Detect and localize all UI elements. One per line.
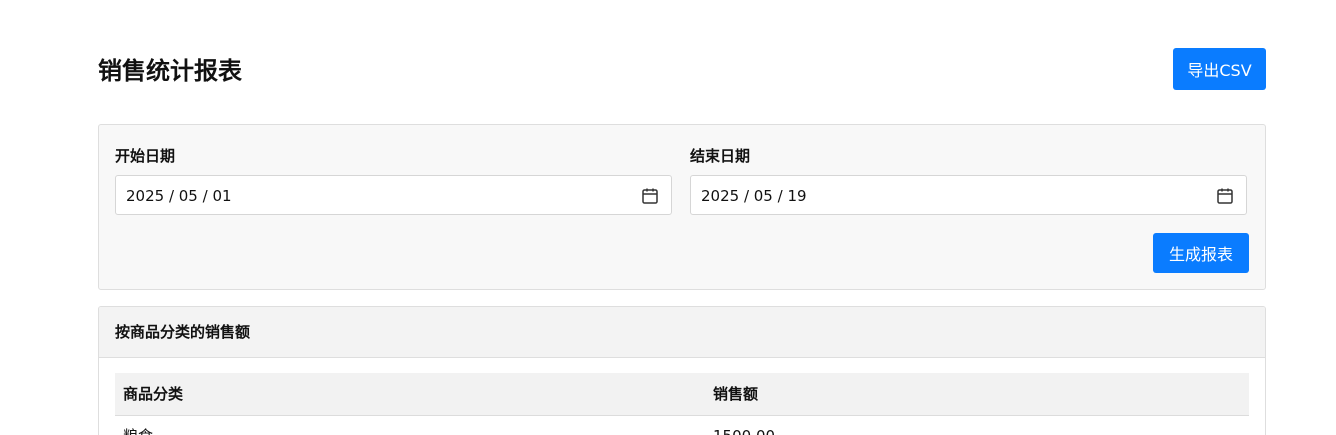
category-sales-card: 按商品分类的销售额 商品分类 销售额 粮食 1500.00 — [98, 306, 1266, 435]
export-csv-button[interactable]: 导出CSV — [1173, 48, 1266, 90]
card-title: 按商品分类的销售额 — [115, 323, 251, 341]
end-date-value: 2025 / 05 / 19 — [701, 187, 807, 205]
page-title: 销售统计报表 — [98, 57, 242, 85]
start-date-input[interactable]: 2025 / 05 / 01 — [115, 175, 672, 215]
generate-report-button[interactable]: 生成报表 — [1153, 233, 1249, 273]
date-filter-panel: 开始日期 2025 / 05 / 01 结束日期 2025 / 05 / 19 … — [98, 124, 1266, 290]
card-header: 按商品分类的销售额 — [99, 307, 1265, 358]
end-date-label: 结束日期 — [690, 147, 751, 165]
end-date-input[interactable]: 2025 / 05 / 19 — [690, 175, 1247, 215]
cell-amount: 1500.00 — [713, 426, 775, 435]
column-header-category: 商品分类 — [123, 385, 184, 403]
start-date-value: 2025 / 05 / 01 — [126, 187, 232, 205]
sales-report-page: 销售统计报表 导出CSV 开始日期 2025 / 05 / 01 结束日期 20… — [0, 0, 1336, 435]
column-header-amount: 销售额 — [713, 385, 759, 403]
cell-category: 粮食 — [123, 426, 153, 435]
calendar-icon[interactable] — [641, 187, 659, 205]
table-header: 商品分类 销售额 — [115, 373, 1249, 416]
calendar-icon[interactable] — [1216, 187, 1234, 205]
start-date-label: 开始日期 — [115, 147, 176, 165]
